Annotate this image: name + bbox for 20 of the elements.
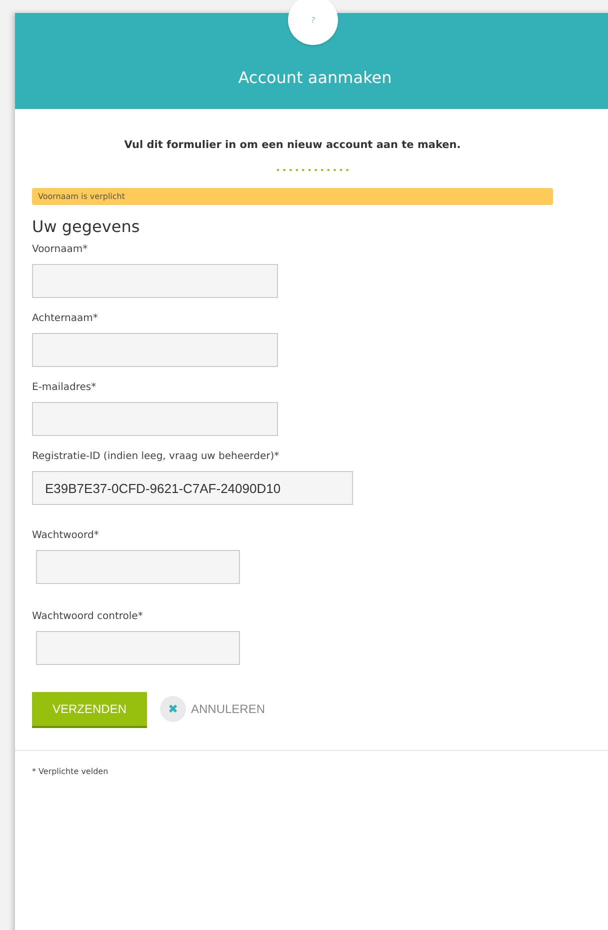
footnote-text: * Verplichte velden bbox=[32, 767, 110, 776]
field-label: E-mailadres* bbox=[32, 382, 98, 393]
section-title: Uw gegevens bbox=[32, 217, 141, 236]
input-field[interactable] bbox=[32, 264, 278, 298]
field-label: Voornaam* bbox=[32, 244, 89, 255]
field-label: Registratie-ID (indien leeg, vraag uw beheerder)* bbox=[32, 451, 280, 462]
page-title: Account aanmaken bbox=[238, 68, 392, 87]
field-label: Wachtwoord controle* bbox=[32, 611, 144, 622]
field-label: Achternaam* bbox=[32, 313, 99, 324]
input-field[interactable] bbox=[36, 631, 240, 665]
input-field[interactable]: E39B7E37-0CFD-9621-C7AF-24090D10 bbox=[32, 471, 353, 505]
input-field[interactable] bbox=[32, 333, 278, 367]
intro-text: Vul dit formulier in om een nieuw account aan te maken. bbox=[123, 139, 462, 151]
submit-button[interactable]: VERZENDEN bbox=[32, 692, 147, 726]
input-field[interactable] bbox=[32, 402, 278, 436]
alert-message: Voornaam is verplicht bbox=[32, 188, 553, 205]
input-field[interactable] bbox=[36, 550, 240, 584]
cancel-button[interactable]: ✖ ANNULEREN bbox=[160, 696, 266, 722]
field-label: Wachtwoord* bbox=[32, 530, 100, 541]
close-icon: ✖ bbox=[160, 696, 186, 722]
